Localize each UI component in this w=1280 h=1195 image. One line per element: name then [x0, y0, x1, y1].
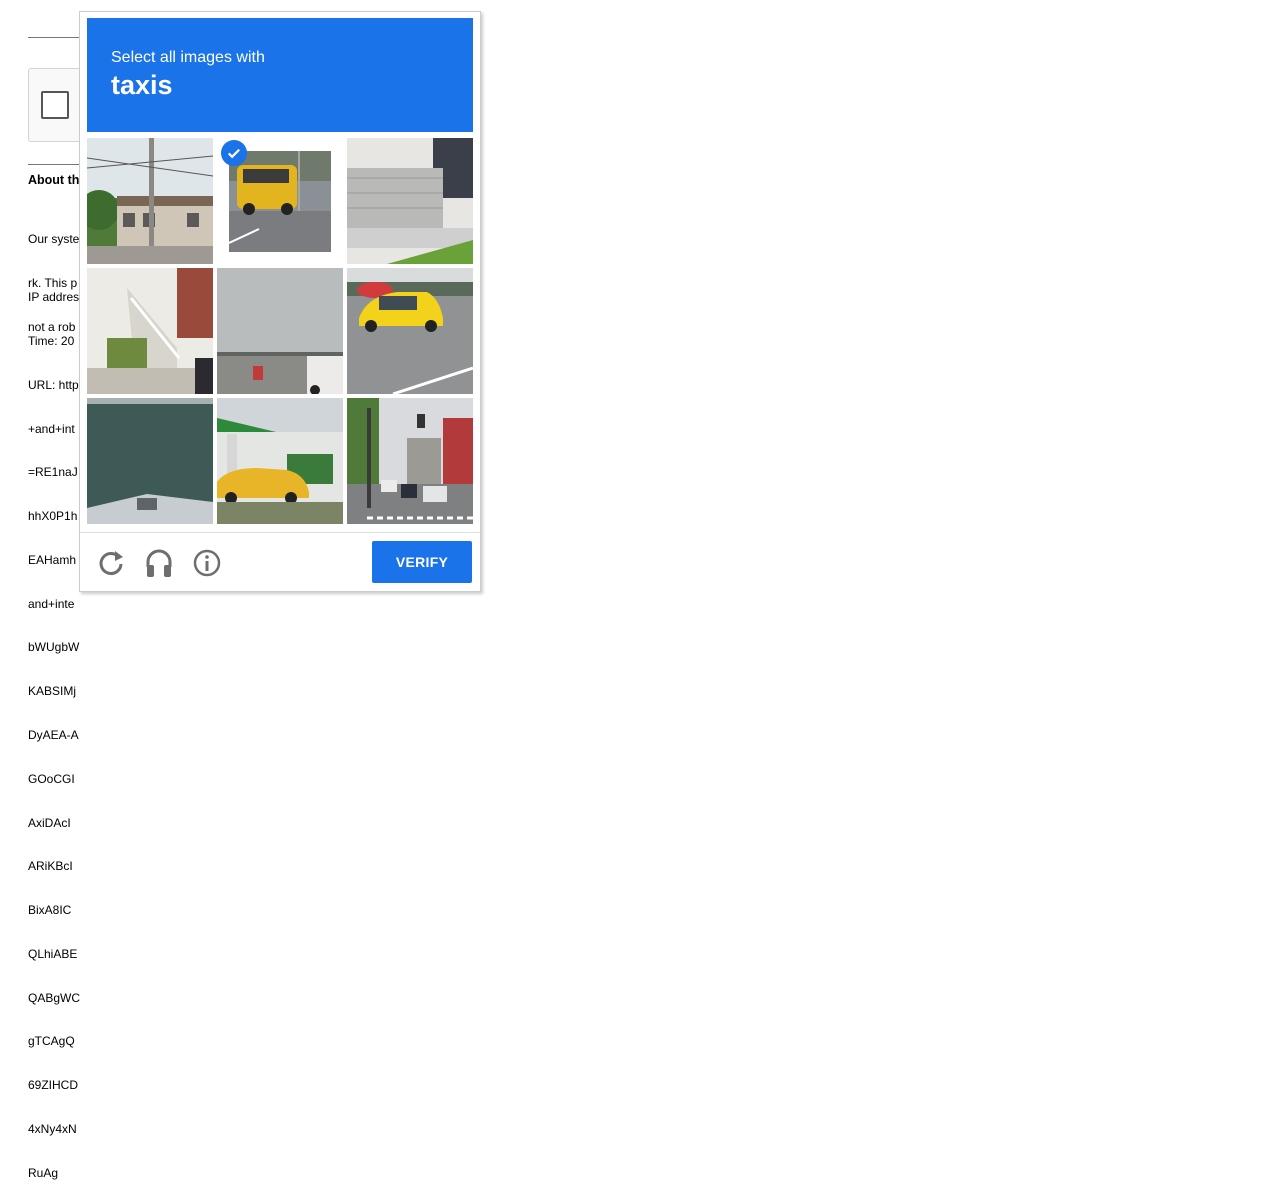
request-log: IP addres Time: 20 URL: http +and+int =R…	[28, 290, 81, 1180]
footer-divider	[80, 532, 480, 533]
prompt-object: taxis	[111, 70, 173, 100]
challenge-header: Select all images with taxis	[87, 18, 473, 132]
verify-button[interactable]: VERIFY	[372, 541, 472, 583]
image-grid	[87, 138, 473, 524]
about-heading: About th	[28, 173, 80, 187]
image-tile[interactable]	[87, 138, 213, 264]
image-tile[interactable]	[347, 268, 473, 394]
recaptcha-checkbox[interactable]	[41, 91, 69, 119]
captcha-challenge: Select all images with taxis VERIFY	[79, 11, 481, 592]
image-tile-selected[interactable]	[217, 138, 343, 264]
checkmark-icon	[221, 140, 247, 166]
prompt-text: Select all images with	[111, 49, 265, 66]
image-tile[interactable]	[87, 398, 213, 524]
reload-icon[interactable]	[95, 547, 127, 579]
image-tile[interactable]	[347, 398, 473, 524]
image-tile[interactable]	[87, 268, 213, 394]
image-tile[interactable]	[217, 398, 343, 524]
headphones-icon[interactable]	[143, 547, 175, 579]
image-tile[interactable]	[217, 268, 343, 394]
info-icon[interactable]	[191, 547, 223, 579]
image-tile[interactable]	[347, 138, 473, 264]
